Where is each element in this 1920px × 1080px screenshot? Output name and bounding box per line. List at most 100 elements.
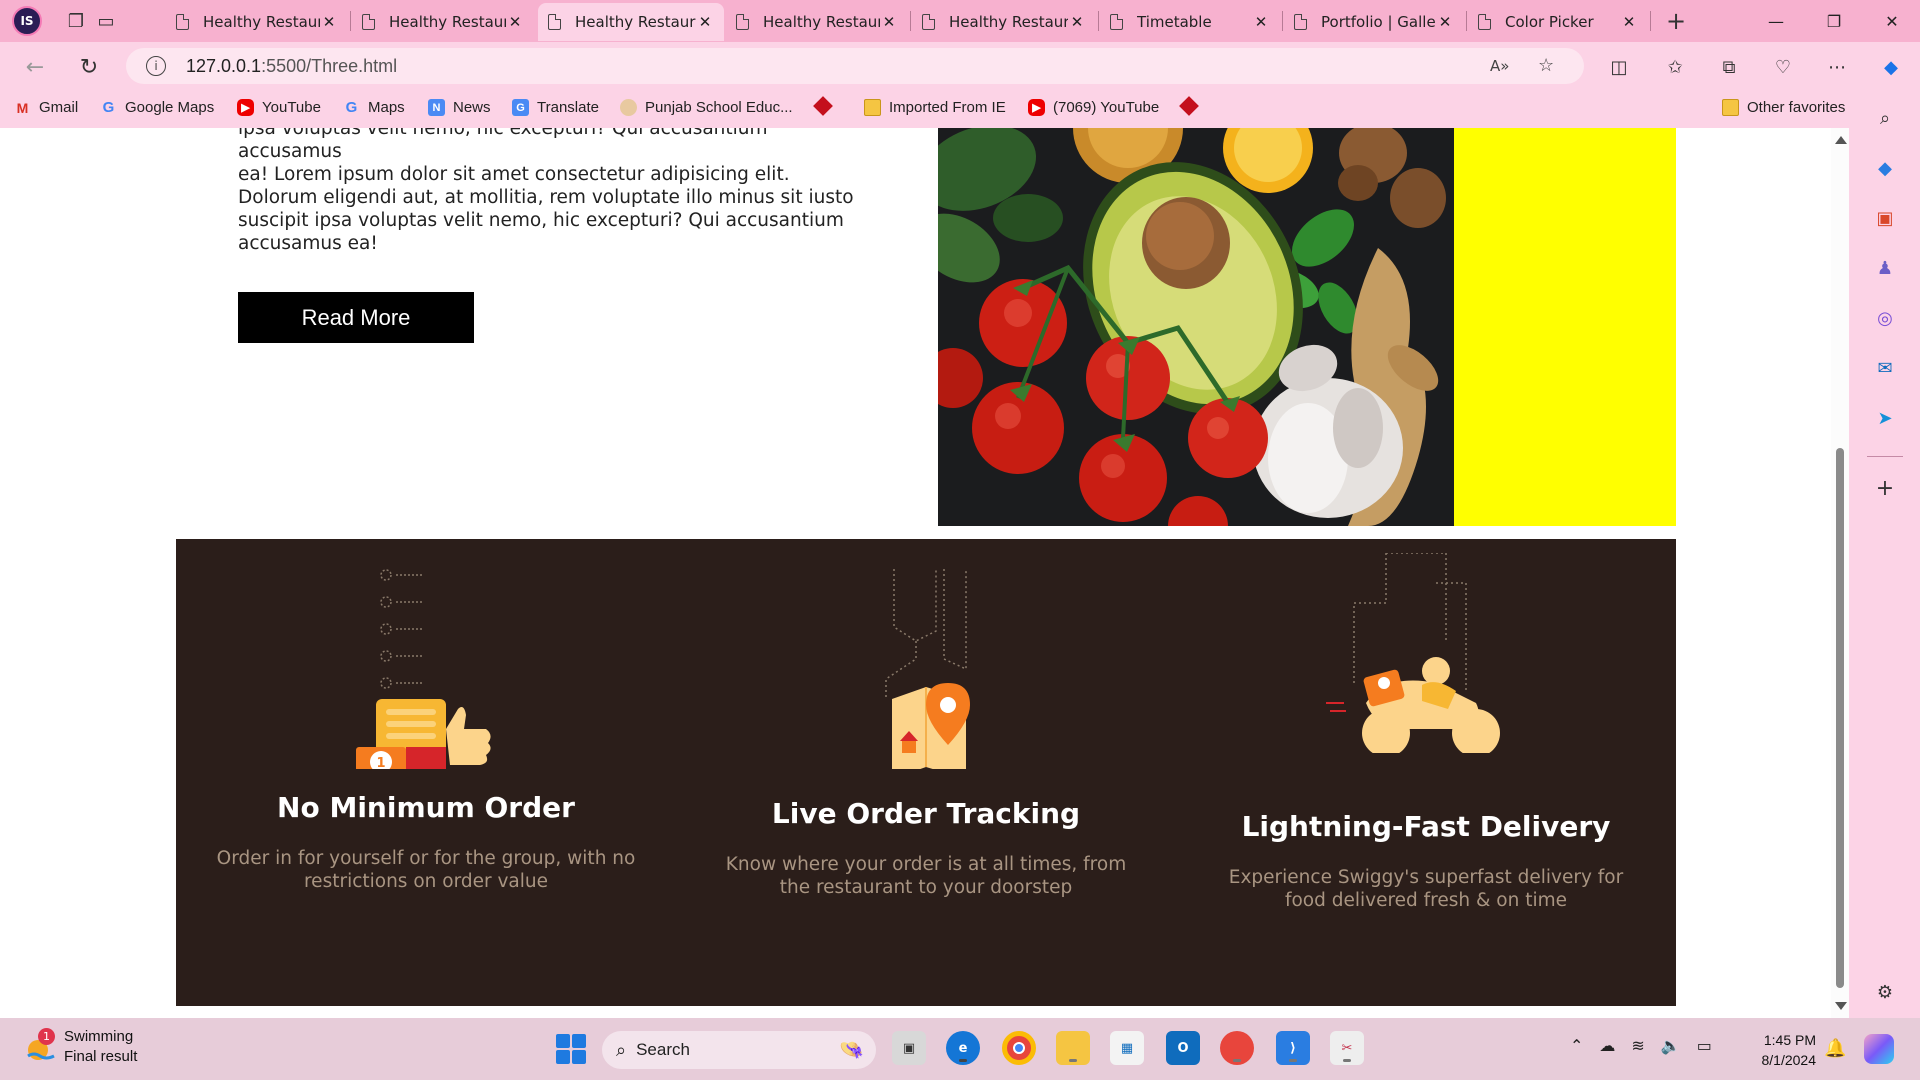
close-icon[interactable]: ✕: [696, 13, 714, 31]
split-screen-icon[interactable]: ◫: [1606, 54, 1632, 80]
close-icon[interactable]: ✕: [1620, 13, 1638, 31]
favorite-label: News: [453, 99, 491, 116]
favorite-gmail[interactable]: M Gmail: [14, 99, 79, 116]
favorite-star-icon[interactable]: ☆: [1538, 55, 1554, 76]
active-indicator: [959, 1059, 967, 1062]
file-explorer-icon[interactable]: [1056, 1031, 1090, 1065]
vscode-icon[interactable]: ⟩: [1276, 1031, 1310, 1065]
restore-icon[interactable]: ❐: [1806, 0, 1862, 42]
minimize-icon[interactable]: —: [1748, 0, 1804, 42]
shopping-tag-icon[interactable]: ◆: [1873, 156, 1897, 180]
tab-healthy-restaurant-4[interactable]: Healthy Restaurant ✕: [726, 3, 908, 41]
favorite-translate[interactable]: G Translate: [512, 99, 599, 116]
copilot-icon[interactable]: ◆: [1878, 54, 1904, 80]
running-indicator: [1289, 1059, 1297, 1062]
favorite-imported-from-ie[interactable]: Imported From IE: [864, 99, 1006, 116]
start-button[interactable]: [556, 1034, 586, 1064]
tab-healthy-restaurant-2[interactable]: Healthy Restaurant ✕: [352, 3, 534, 41]
browser-essentials-icon[interactable]: ♡: [1770, 54, 1796, 80]
outlook-new-icon[interactable]: O: [1166, 1031, 1200, 1065]
close-icon[interactable]: ✕: [1436, 13, 1454, 31]
page-scrollbar[interactable]: [1831, 128, 1849, 1018]
favorite-label: Other favorites: [1747, 99, 1846, 116]
scroll-thumb[interactable]: [1836, 448, 1844, 988]
games-icon[interactable]: ♟: [1873, 256, 1897, 280]
tab-healthy-restaurant-active[interactable]: Healthy Restaurant ✕: [538, 3, 724, 41]
favorite-extension[interactable]: [813, 96, 838, 116]
feature-live-order-tracking: Live Order Tracking Know where your orde…: [676, 539, 1176, 1006]
collections-icon[interactable]: ⧉: [1716, 54, 1742, 80]
other-favorites[interactable]: Other favorites: [1722, 99, 1845, 116]
tab-timetable[interactable]: Timetable ✕: [1100, 3, 1280, 41]
tools-icon[interactable]: ▣: [1873, 206, 1897, 230]
chrome-icon[interactable]: [1002, 1031, 1036, 1065]
profile-avatar[interactable]: IS: [12, 6, 42, 36]
chevron-up-icon[interactable]: ⌃: [1570, 1036, 1583, 1055]
favorite-youtube-7069[interactable]: ▶ (7069) YouTube: [1028, 99, 1159, 116]
chrome-profile-icon[interactable]: [1220, 1031, 1254, 1065]
settings-gear-icon[interactable]: ⚙: [1873, 980, 1897, 1004]
tab-actions-icon[interactable]: ▭: [92, 7, 120, 35]
notification-count: 1: [38, 1028, 55, 1045]
send-icon[interactable]: ➤: [1873, 406, 1897, 430]
widgets-button[interactable]: 1 Swimming Final result: [24, 1027, 137, 1067]
wifi-icon[interactable]: ≋: [1631, 1036, 1644, 1055]
volume-icon[interactable]: 🔈: [1661, 1036, 1681, 1055]
outlook-icon[interactable]: ✉: [1873, 356, 1897, 380]
favorite-maps[interactable]: G Maps: [343, 99, 405, 116]
scroll-down-arrow[interactable]: [1835, 1002, 1847, 1010]
read-aloud-icon[interactable]: A»: [1490, 57, 1509, 75]
more-options-icon[interactable]: ⋯: [1824, 54, 1850, 80]
favorites-icon[interactable]: ✩: [1662, 54, 1688, 80]
notification-bell-icon[interactable]: 🔔: [1824, 1038, 1846, 1059]
favorite-news[interactable]: N News: [428, 99, 491, 116]
close-icon[interactable]: ✕: [320, 13, 338, 31]
favorite-youtube[interactable]: ▶ YouTube: [237, 99, 321, 116]
scroll-up-arrow[interactable]: [1835, 136, 1847, 144]
favorite-extension-2[interactable]: [1179, 96, 1204, 116]
tab-portfolio-gallery[interactable]: Portfolio | Gallery ✕: [1284, 3, 1464, 41]
tab-healthy-restaurant-5[interactable]: Healthy Restaurant ✕: [912, 3, 1096, 41]
edge-browser-icon[interactable]: e: [946, 1031, 980, 1065]
cloud-offline-icon[interactable]: ☁: [1599, 1036, 1615, 1055]
battery-icon[interactable]: ▭: [1697, 1036, 1712, 1055]
url-text[interactable]: 127.0.0.1:5500/Three.html: [186, 56, 397, 77]
site-info-icon[interactable]: i: [146, 56, 166, 76]
read-more-button[interactable]: Read More: [238, 292, 474, 343]
microsoft-365-icon[interactable]: ◎: [1873, 306, 1897, 330]
snipping-tool-icon[interactable]: ✂: [1330, 1031, 1364, 1065]
favorite-punjab-school[interactable]: Punjab School Educ...: [620, 99, 793, 116]
favorite-label: Translate: [537, 99, 599, 116]
tab-label: Healthy Restaurant: [949, 13, 1068, 31]
clock[interactable]: 1:45 PM 8/1/2024: [1752, 1030, 1817, 1070]
close-icon[interactable]: ✕: [1252, 13, 1270, 31]
taskbar-search[interactable]: ⌕ Search 👒: [602, 1031, 876, 1069]
close-icon[interactable]: ✕: [1068, 13, 1086, 31]
favorite-label: Imported From IE: [889, 99, 1006, 116]
add-icon[interactable]: +: [1873, 476, 1897, 501]
system-tray: ⌃ ☁ ≋ 🔈 ▭: [1570, 1036, 1712, 1055]
close-icon[interactable]: ✕: [506, 13, 524, 31]
new-tab-icon[interactable]: +: [1662, 7, 1690, 35]
tab-color-picker[interactable]: Color Picker ✕: [1468, 3, 1648, 41]
intro-text: ea! Lorem ipsum dolor sit amet consectet…: [238, 164, 854, 254]
google-icon: G: [102, 99, 115, 116]
refresh-icon[interactable]: ↻: [74, 52, 104, 82]
workspaces-icon[interactable]: ❐: [62, 7, 90, 35]
tab-label: Healthy Restaurant: [389, 13, 506, 31]
favorite-google-maps[interactable]: G Google Maps: [100, 99, 215, 116]
page-icon: [362, 14, 375, 30]
close-window-icon[interactable]: ✕: [1864, 0, 1920, 42]
widget-text: Swimming Final result: [64, 1027, 137, 1067]
task-view-icon[interactable]: ▣: [892, 1031, 926, 1065]
close-icon[interactable]: ✕: [880, 13, 898, 31]
back-icon[interactable]: ←: [20, 52, 50, 82]
address-bar[interactable]: i 127.0.0.1:5500/Three.html A» ☆: [126, 48, 1584, 84]
tab-healthy-restaurant-1[interactable]: Healthy Restaurant ✕: [166, 3, 348, 41]
order-checklist-icon: 1: [356, 569, 491, 769]
favorite-label: Gmail: [39, 99, 79, 116]
favorite-label: YouTube: [262, 99, 321, 116]
search-icon[interactable]: ⌕: [1873, 106, 1897, 130]
microsoft-store-icon[interactable]: ▦: [1110, 1031, 1144, 1065]
copilot-taskbar-icon[interactable]: [1864, 1034, 1894, 1064]
